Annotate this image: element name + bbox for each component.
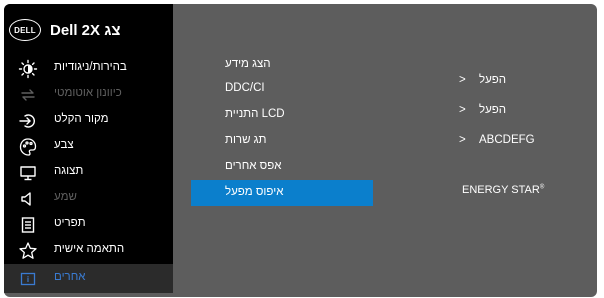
service-tag-value-text: ABCDEFG — [479, 134, 535, 146]
submenu-item-reset-others[interactable]: אפס אחרים — [191, 154, 373, 180]
sidebar-item-label: אחרים — [54, 271, 86, 283]
monitor-osd: DELL Dell 2X צג בהירות/ניגודיות כיוונון … — [0, 0, 604, 298]
star-icon — [19, 242, 37, 259]
input-source-icon — [19, 114, 35, 128]
ddc-ci-value: > הפעל — [459, 74, 506, 86]
sidebar-item-brightness-contrast[interactable]: בהירות/ניגודיות — [4, 56, 173, 82]
energy-star-text: ENERGY STAR — [462, 184, 540, 196]
sidebar-item-label: תצוגה — [54, 165, 84, 177]
osd-panel: DELL Dell 2X צג בהירות/ניגודיות כיוונון … — [4, 4, 597, 297]
lcd-conditioning-value-text: הפעל — [479, 104, 507, 116]
chevron-right-icon: > — [459, 104, 466, 116]
submenu-item-service-tag[interactable]: תג שרות — [191, 128, 373, 154]
chevron-right-icon: > — [459, 134, 466, 146]
submenu-item-factory-reset[interactable]: איפוס מפעל — [191, 180, 373, 206]
submenu-item-label: התניית LCD — [225, 108, 285, 120]
sidebar-item-label: התאמה אישית — [54, 243, 125, 255]
submenu-item-label: תג שרות — [225, 134, 267, 146]
sidebar-item-others[interactable]: i אחרים — [4, 264, 173, 293]
submenu-item-label: איפוס מפעל — [225, 186, 284, 198]
sidebar-item-label: בהירות/ניגודיות — [54, 61, 127, 73]
sidebar-item-audio: שמע — [4, 186, 173, 212]
audio-icon — [21, 192, 31, 206]
submenu-item-ddc-ci[interactable]: DDC/CI — [191, 76, 373, 102]
sidebar-item-personalize[interactable]: התאמה אישית — [4, 238, 173, 264]
sidebar: DELL Dell 2X צג בהירות/ניגודיות כיוונון … — [4, 4, 173, 293]
color-icon — [19, 138, 37, 156]
brightness-icon — [18, 59, 38, 79]
sidebar-item-menu[interactable]: תפריט — [4, 212, 173, 238]
sidebar-item-input-source[interactable]: מקור הקלט — [4, 108, 173, 134]
svg-text:i: i — [27, 275, 29, 284]
service-tag-value: > ABCDEFG — [459, 134, 535, 146]
sidebar-item-label: צבע — [54, 139, 74, 151]
display-icon — [20, 166, 36, 181]
dell-logo: DELL — [9, 19, 41, 41]
lcd-conditioning-value: > הפעל — [459, 104, 506, 116]
sidebar-item-auto-adjust: כיוונון אוטומטי — [4, 82, 173, 108]
auto-adjust-icon — [21, 89, 35, 101]
ddc-ci-value-text: הפעל — [479, 74, 507, 86]
sidebar-item-color[interactable]: צבע — [4, 134, 173, 160]
submenu-item-label: DDC/CI — [225, 82, 265, 94]
energy-star-label: ENERGY STAR® — [462, 184, 544, 196]
chevron-right-icon: > — [459, 74, 466, 86]
submenu-item-display-info[interactable]: הצג מידע — [191, 52, 373, 78]
submenu-item-label: הצג מידע — [225, 58, 271, 70]
submenu-item-lcd-conditioning[interactable]: התניית LCD — [191, 102, 373, 128]
menu-icon — [21, 217, 35, 233]
sidebar-item-label: מקור הקלט — [54, 113, 109, 125]
registered-mark: ® — [539, 184, 545, 191]
submenu-item-label: אפס אחרים — [225, 160, 282, 172]
monitor-model-title: Dell 2X צג — [50, 22, 121, 39]
others-icon: i — [20, 272, 36, 286]
sidebar-item-display[interactable]: תצוגה — [4, 160, 173, 186]
osd-header: DELL Dell 2X צג — [4, 4, 173, 56]
sidebar-item-label: כיוונון אוטומטי — [54, 87, 122, 99]
sidebar-item-label: שמע — [54, 191, 77, 203]
sidebar-item-label: תפריט — [54, 217, 86, 229]
